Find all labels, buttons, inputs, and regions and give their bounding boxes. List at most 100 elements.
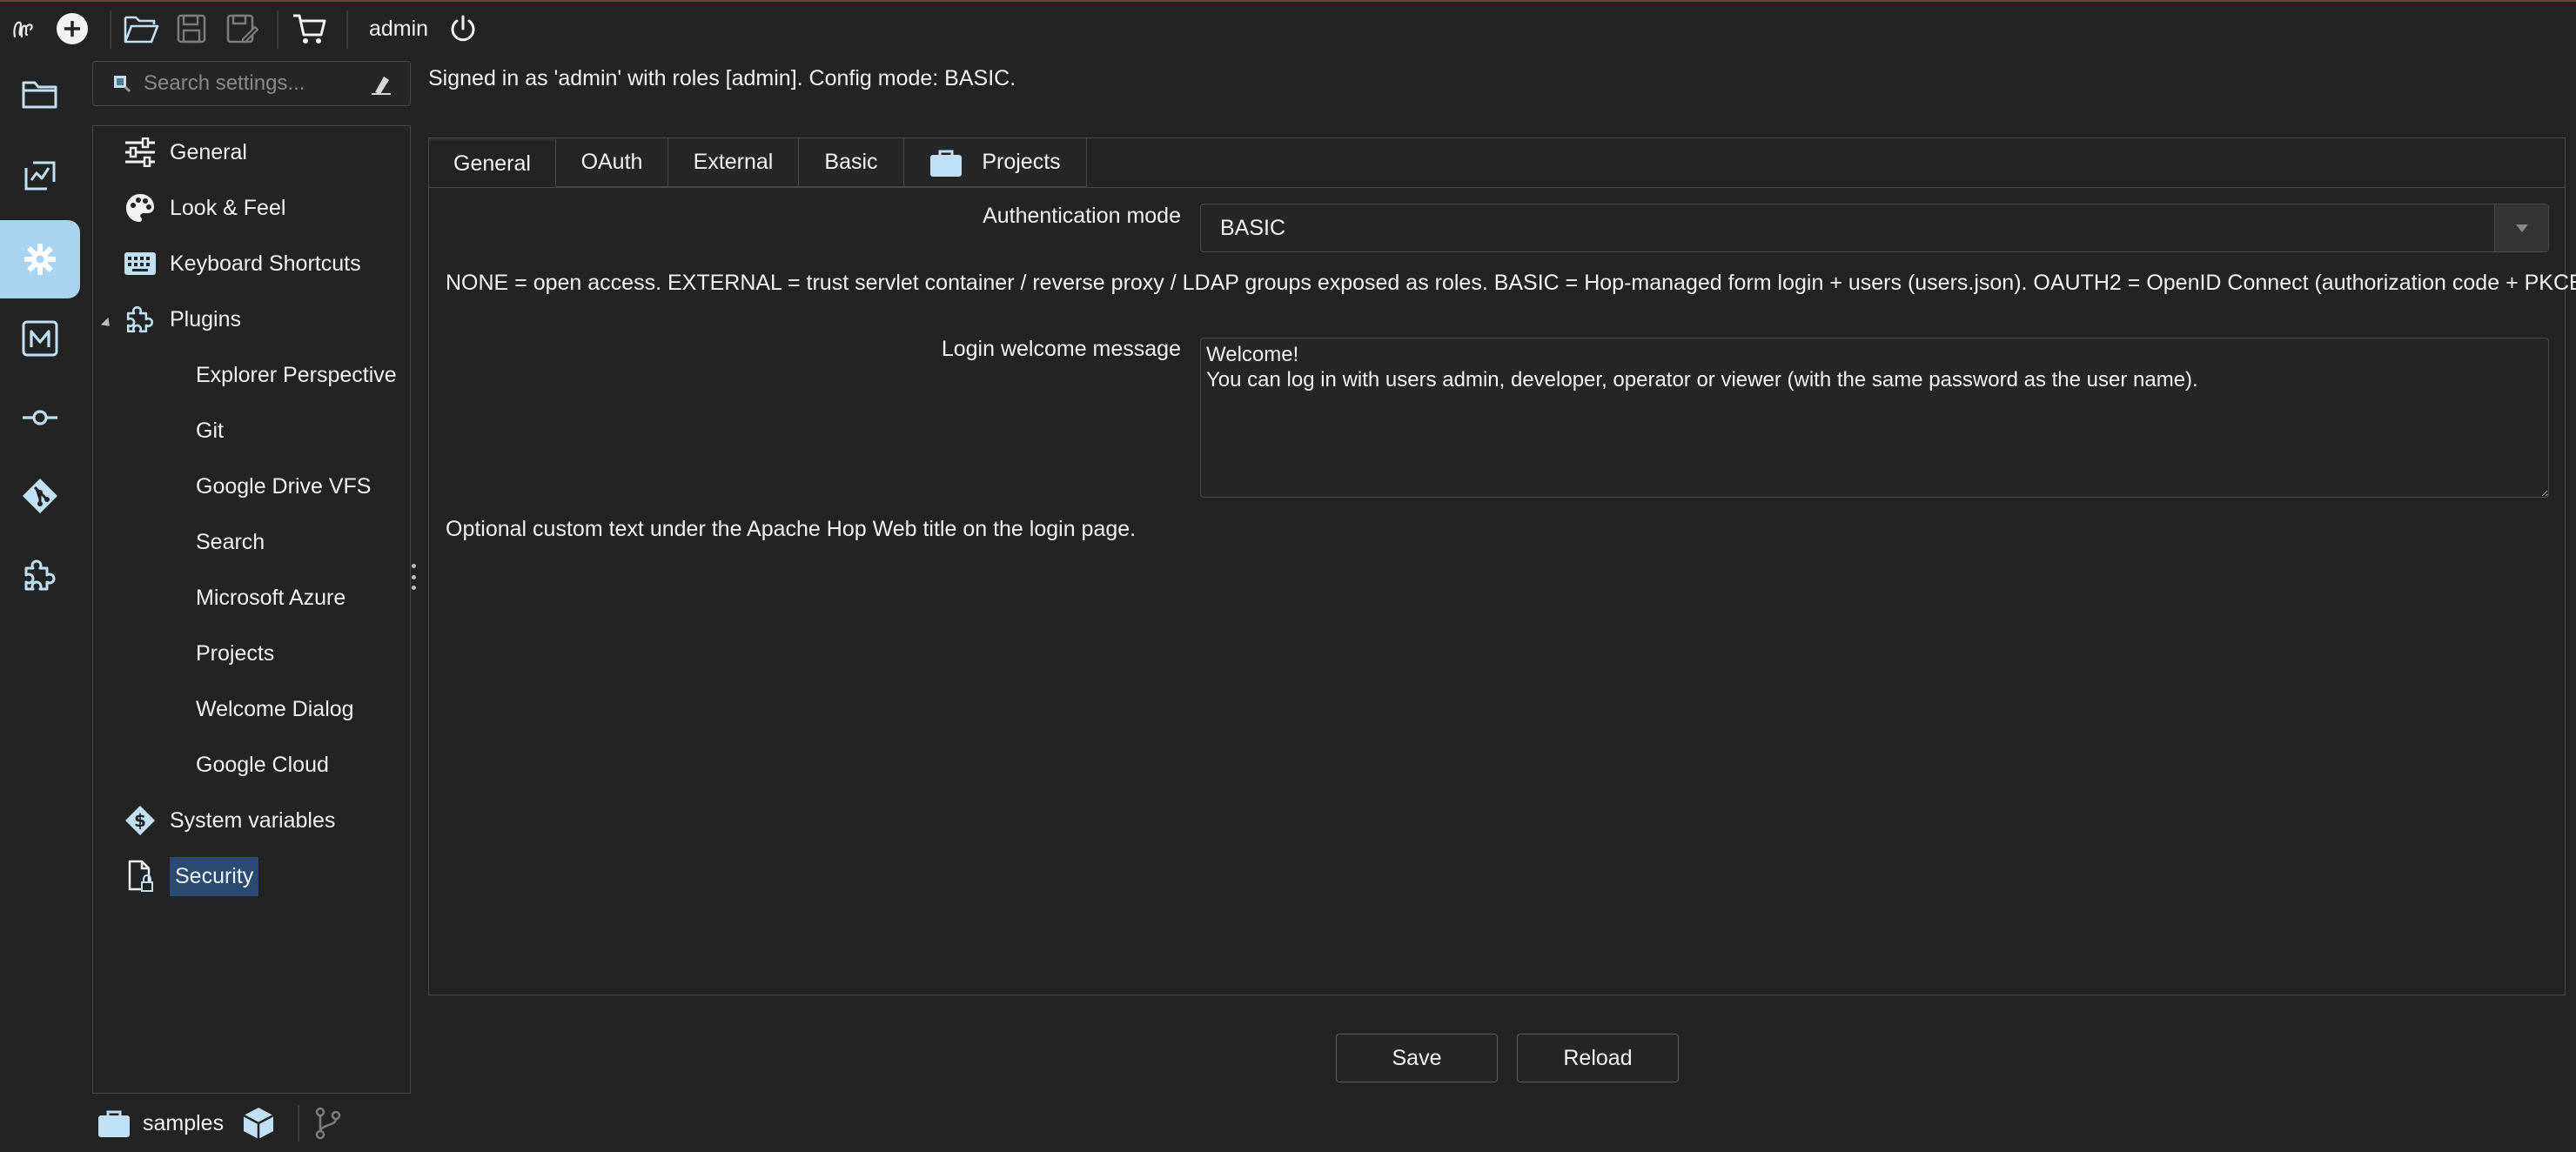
chevron-down-icon[interactable]	[2494, 204, 2548, 251]
plugins-perspective-button[interactable]	[0, 536, 80, 614]
tree-item-git[interactable]: Git	[196, 406, 224, 455]
project-status-bar: samples	[92, 1095, 411, 1152]
tree-item-label: Google Drive VFS	[196, 473, 372, 499]
folder-icon	[22, 81, 57, 109]
security-tab-folder: General OAuth External Basic Projects	[428, 137, 2566, 995]
tree-item-projects[interactable]: Projects	[196, 629, 274, 678]
marketplace-cart-icon[interactable]	[289, 2, 329, 56]
welcome-message-label: Login welcome message	[941, 337, 1181, 361]
explorer-perspective-button[interactable]	[0, 56, 80, 134]
auth-mode-label: Authentication mode	[983, 204, 1181, 228]
tree-item-label: Security	[170, 856, 259, 896]
save-as-icon[interactable]	[221, 2, 263, 56]
sliders-icon	[123, 135, 158, 170]
git-branch-icon[interactable]	[313, 1095, 343, 1152]
hop-logo-icon[interactable]	[5, 2, 40, 56]
tab-strip: General OAuth External Basic Projects	[429, 138, 1087, 187]
welcome-message-help-text: Optional custom text under the Apache Ho…	[446, 517, 1137, 541]
briefcase-icon	[930, 150, 963, 177]
status-separator	[298, 1105, 299, 1142]
secure-document-icon	[123, 859, 158, 894]
current-user: admin	[369, 17, 429, 41]
clear-eraser-icon[interactable]	[370, 73, 392, 96]
tree-item-label: Search	[196, 529, 265, 554]
tree-item-explorer-perspective[interactable]: Explorer Perspective	[196, 351, 397, 399]
git-icon	[23, 479, 57, 513]
auth-mode-help-text: NONE = open access. EXTERNAL = trust ser…	[446, 271, 2576, 295]
briefcase-icon	[98, 1110, 130, 1137]
search-placeholder: Search settings...	[144, 71, 305, 95]
tab-oauth[interactable]: OAuth	[556, 138, 668, 187]
tree-expand-toggle[interactable]	[100, 317, 114, 331]
project-selector[interactable]: samples	[97, 1095, 224, 1152]
gear-icon	[24, 244, 56, 275]
tree-item-label: Plugins	[170, 306, 241, 332]
git-commit-perspective-button[interactable]	[0, 378, 80, 457]
logout-power-icon[interactable]	[446, 2, 480, 56]
tree-item-general[interactable]: General	[123, 128, 247, 177]
execution-perspective-button[interactable]	[0, 136, 80, 214]
tree-item-google-drive-vfs[interactable]: Google Drive VFS	[196, 462, 371, 511]
tab-label: Basic	[824, 150, 878, 174]
toolbar-separator	[277, 10, 278, 49]
environment-cube-icon[interactable]	[242, 1095, 275, 1152]
welcome-message-textarea[interactable]: Welcome! You can log in with users admin…	[1200, 338, 2549, 498]
tree-item-label: Google Cloud	[196, 752, 329, 777]
puzzle-icon	[123, 302, 158, 337]
tree-item-label: System variables	[170, 807, 336, 833]
main-toolbar: admin	[0, 2, 2576, 56]
tree-item-label: Look & Feel	[170, 195, 286, 220]
tab-strip-divider	[429, 187, 2565, 188]
auth-mode-select[interactable]: BASIC	[1200, 204, 2549, 252]
tree-item-label: Microsoft Azure	[196, 585, 346, 610]
commit-icon	[23, 410, 57, 425]
tree-item-label: Explorer Perspective	[196, 362, 397, 387]
auth-mode-value: BASIC	[1220, 216, 1286, 240]
metadata-m-icon	[22, 320, 58, 357]
tree-item-system-variables[interactable]: $ System variables	[123, 796, 335, 845]
tree-item-look-and-feel[interactable]: Look & Feel	[123, 184, 285, 232]
save-icon[interactable]	[171, 2, 212, 56]
tree-item-keyboard-shortcuts[interactable]: Keyboard Shortcuts	[123, 239, 361, 288]
tree-item-google-cloud[interactable]: Google Cloud	[196, 740, 329, 789]
tree-item-plugins[interactable]: Plugins	[123, 295, 241, 344]
save-button[interactable]: Save	[1336, 1034, 1498, 1082]
panel-splitter-handle[interactable]	[411, 564, 416, 590]
configuration-perspective-button[interactable]	[0, 220, 80, 298]
puzzle-icon	[24, 559, 56, 591]
palette-icon	[123, 191, 158, 225]
tab-label: General	[453, 151, 531, 176]
metadata-perspective-button[interactable]	[0, 299, 80, 378]
git-perspective-button[interactable]	[0, 457, 80, 535]
execution-chart-icon	[24, 161, 56, 191]
open-icon[interactable]	[120, 2, 162, 56]
toolbar-separator	[346, 10, 348, 49]
tab-projects[interactable]: Projects	[904, 138, 1087, 187]
reload-button[interactable]: Reload	[1517, 1034, 1679, 1082]
tab-basic[interactable]: Basic	[799, 138, 904, 187]
keyboard-icon	[123, 246, 158, 281]
tree-item-label: Welcome Dialog	[196, 696, 354, 721]
tree-item-search[interactable]: Search	[196, 518, 265, 566]
tree-item-label: Projects	[196, 640, 275, 666]
perspective-bar	[0, 56, 80, 1152]
tree-item-label: General	[170, 139, 247, 164]
tab-external[interactable]: External	[668, 138, 799, 187]
settings-search-input[interactable]: Search settings...	[92, 61, 411, 106]
tab-label: OAuth	[580, 150, 643, 174]
tree-item-label: Keyboard Shortcuts	[170, 251, 361, 276]
toolbar-separator	[110, 10, 111, 49]
tree-item-label: Git	[196, 418, 224, 443]
tree-item-microsoft-azure[interactable]: Microsoft Azure	[196, 573, 345, 622]
settings-tree: General Look & Feel Keyboard Shortcuts P…	[92, 125, 411, 1094]
dollar-diamond-icon: $	[123, 803, 158, 838]
new-icon[interactable]	[54, 2, 91, 56]
svg-text:$: $	[134, 810, 146, 831]
tab-label: External	[693, 150, 774, 174]
search-icon	[114, 76, 131, 93]
tree-item-welcome-dialog[interactable]: Welcome Dialog	[196, 685, 354, 733]
tab-label: Projects	[982, 150, 1061, 174]
tab-general[interactable]: General	[429, 138, 556, 187]
project-name: samples	[143, 1110, 225, 1135]
tree-item-security[interactable]: Security	[123, 852, 259, 901]
